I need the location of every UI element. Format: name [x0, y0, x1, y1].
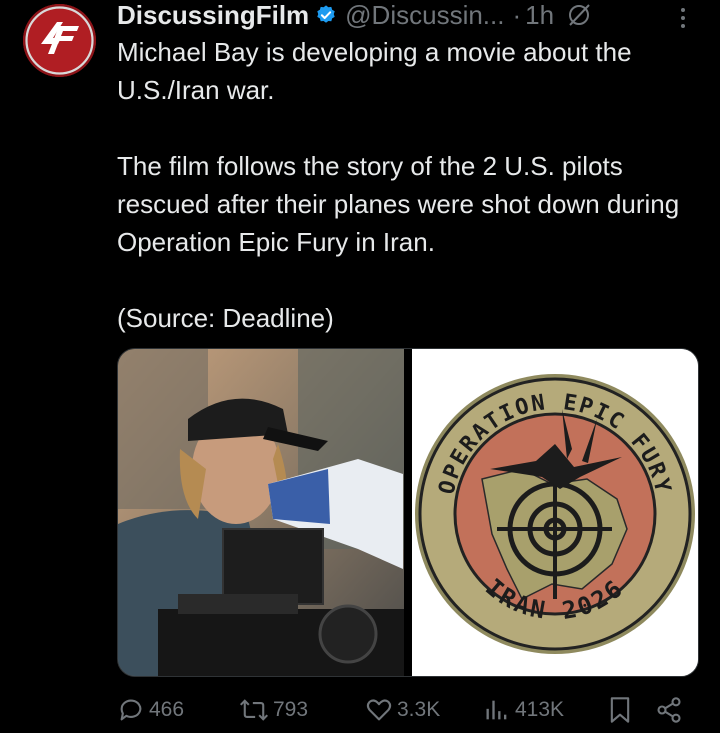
reply-button[interactable]: 466 — [117, 690, 184, 730]
action-bar: 466 793 3.3K 413K — [117, 690, 697, 730]
like-button[interactable]: 3.3K — [365, 690, 440, 730]
bookmark-icon — [610, 697, 630, 723]
reply-icon — [120, 699, 142, 721]
tweet-paragraph: (Source: Deadline) — [117, 303, 334, 333]
avatar[interactable] — [23, 4, 96, 77]
media-grid[interactable]: OPERATION EPIC FURY IRAN 2026 — [117, 348, 699, 677]
repost-icon — [239, 699, 269, 721]
photo-operation-patch[interactable]: OPERATION EPIC FURY IRAN 2026 — [412, 349, 698, 676]
timestamp[interactable]: 1h — [525, 0, 554, 30]
author-name[interactable]: DiscussingFilm — [117, 0, 309, 30]
author-handle[interactable]: @Discussin... — [345, 0, 504, 30]
views-button[interactable]: 413K — [483, 690, 564, 730]
separator-dot: · — [512, 0, 522, 30]
tweet: DiscussingFilm @Discussin... · 1h Michae… — [0, 0, 720, 733]
share-button[interactable] — [655, 690, 687, 730]
repost-button[interactable]: 793 — [239, 690, 308, 730]
tweet-paragraph: Michael Bay is developing a movie about … — [117, 37, 632, 105]
grok-icon[interactable] — [566, 2, 592, 28]
photo-director-megaphone[interactable] — [118, 349, 404, 676]
views-icon — [486, 700, 507, 720]
reply-count: 466 — [149, 698, 185, 721]
tweet-header: DiscussingFilm @Discussin... · 1h — [117, 0, 697, 30]
share-icon — [657, 697, 681, 723]
views-count: 413K — [515, 698, 565, 721]
discussingfilm-logo-icon — [25, 6, 94, 75]
heart-icon — [366, 699, 392, 721]
tweet-paragraph: The film follows the story of the 2 U.S.… — [117, 151, 680, 257]
like-count: 3.3K — [397, 698, 441, 721]
verified-badge-icon — [317, 5, 335, 23]
repost-count: 793 — [273, 698, 309, 721]
more-options-icon[interactable] — [672, 4, 694, 34]
bookmark-button[interactable] — [607, 690, 637, 730]
